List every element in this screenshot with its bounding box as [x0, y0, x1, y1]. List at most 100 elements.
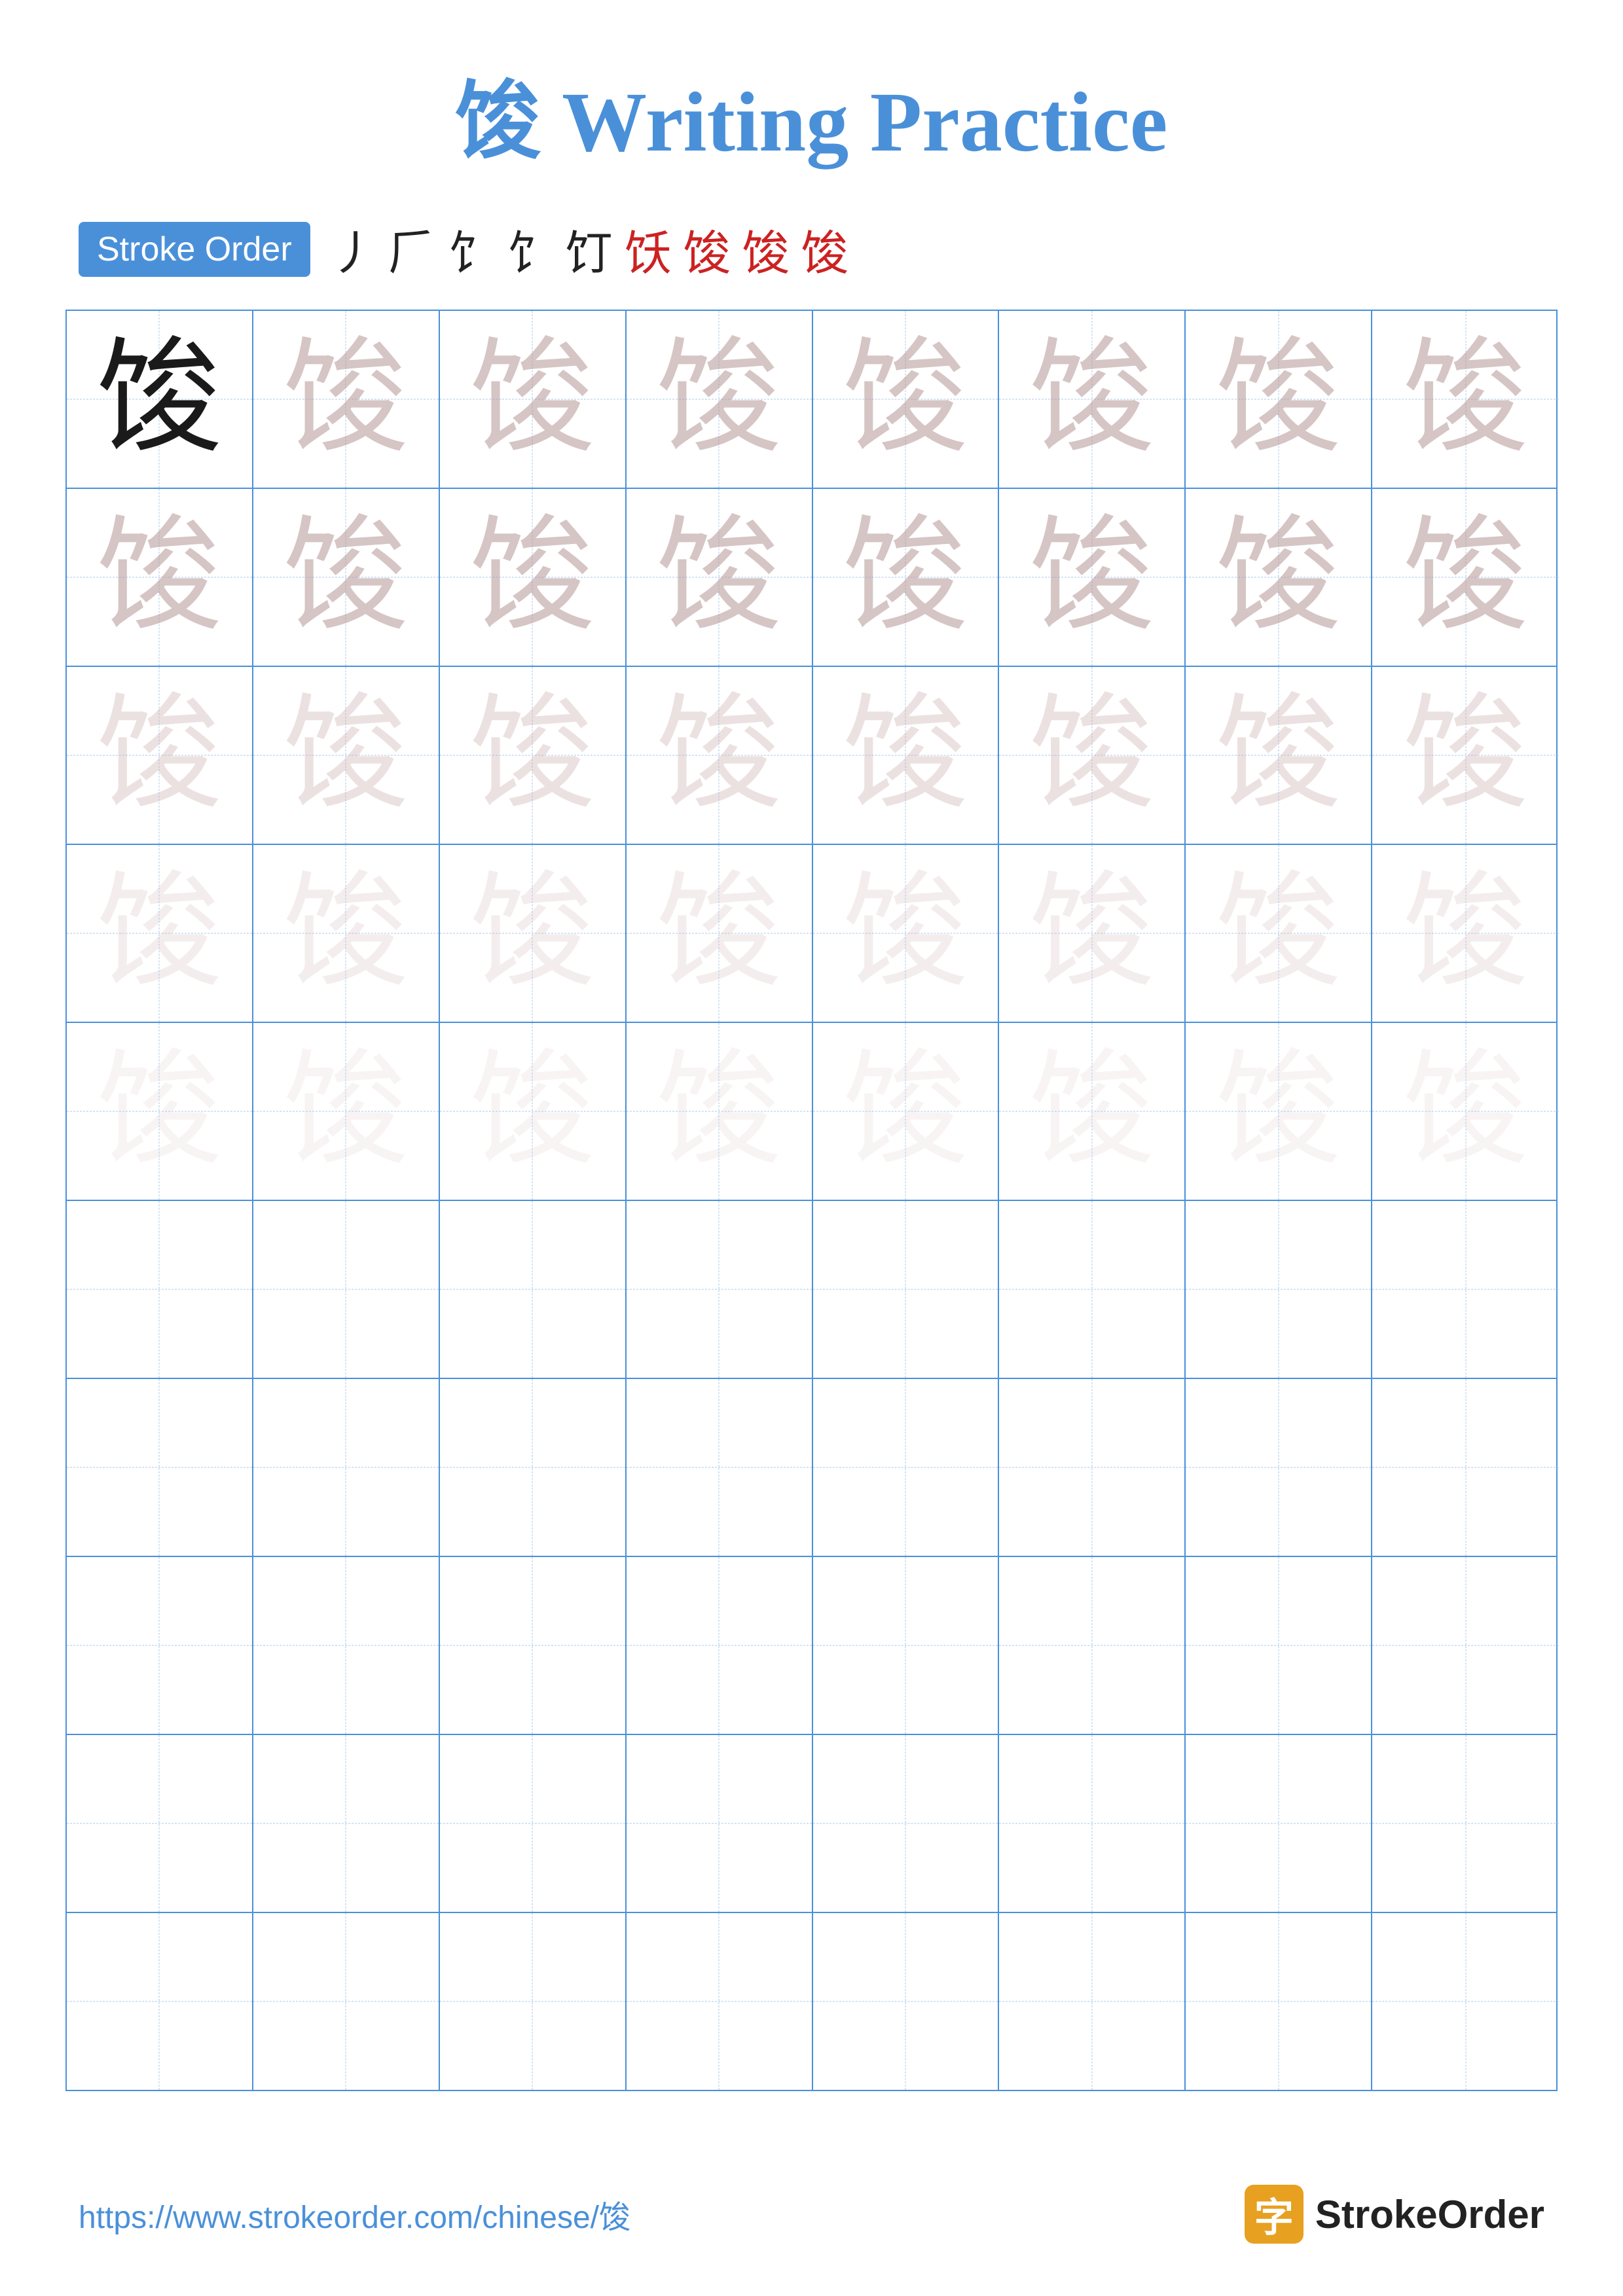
grid-cell-4-8[interactable]: 馂	[1372, 845, 1559, 1022]
grid-cell-7-3[interactable]	[440, 1379, 627, 1556]
stroke-6: 饫	[625, 215, 672, 283]
grid-cell-4-2[interactable]: 馂	[253, 845, 440, 1022]
grid-cell-1-6[interactable]: 馂	[999, 311, 1186, 488]
grid-cell-1-4[interactable]: 馂	[627, 311, 813, 488]
writing-grid: 馂 馂 馂 馂 馂 馂 馂 馂 馂 馂 馂 馂 馂 馂 馂 馂 馂 馂 馂 馂 …	[65, 310, 1558, 2091]
grid-cell-1-3[interactable]: 馂	[440, 311, 627, 488]
grid-row-6	[67, 1201, 1556, 1379]
grid-cell-8-1[interactable]	[67, 1557, 253, 1734]
grid-row-3: 馂 馂 馂 馂 馂 馂 馂 馂	[67, 667, 1556, 845]
grid-cell-9-5[interactable]	[813, 1735, 1000, 1912]
grid-cell-4-3[interactable]: 馂	[440, 845, 627, 1022]
grid-cell-7-6[interactable]	[999, 1379, 1186, 1556]
brand-name: StrokeOrder	[1315, 2192, 1544, 2237]
grid-cell-8-4[interactable]	[627, 1557, 813, 1734]
grid-cell-5-3[interactable]: 馂	[440, 1023, 627, 1200]
grid-cell-8-7[interactable]	[1186, 1557, 1372, 1734]
grid-cell-3-8[interactable]: 馂	[1372, 667, 1559, 844]
grid-row-5: 馂 馂 馂 馂 馂 馂 馂 馂	[67, 1023, 1556, 1201]
footer: https://www.strokeorder.com/chinese/馂 字 …	[0, 2185, 1623, 2244]
grid-cell-9-7[interactable]	[1186, 1735, 1372, 1912]
grid-cell-10-4[interactable]	[627, 1913, 813, 2090]
grid-cell-4-7[interactable]: 馂	[1186, 845, 1372, 1022]
grid-cell-1-7[interactable]: 馂	[1186, 311, 1372, 488]
grid-cell-8-2[interactable]	[253, 1557, 440, 1734]
grid-cell-3-1[interactable]: 馂	[67, 667, 253, 844]
grid-cell-3-2[interactable]: 馂	[253, 667, 440, 844]
grid-cell-10-7[interactable]	[1186, 1913, 1372, 2090]
grid-cell-6-1[interactable]	[67, 1201, 253, 1378]
grid-cell-9-2[interactable]	[253, 1735, 440, 1912]
grid-cell-1-5[interactable]: 馂	[813, 311, 1000, 488]
grid-cell-8-3[interactable]	[440, 1557, 627, 1734]
grid-cell-3-6[interactable]: 馂	[999, 667, 1186, 844]
grid-cell-4-6[interactable]: 馂	[999, 845, 1186, 1022]
grid-cell-6-8[interactable]	[1372, 1201, 1559, 1378]
grid-cell-2-6[interactable]: 馂	[999, 489, 1186, 666]
grid-cell-2-8[interactable]: 馂	[1372, 489, 1559, 666]
grid-cell-4-5[interactable]: 馂	[813, 845, 1000, 1022]
grid-cell-6-3[interactable]	[440, 1201, 627, 1378]
grid-cell-5-8[interactable]: 馂	[1372, 1023, 1559, 1200]
grid-cell-10-3[interactable]	[440, 1913, 627, 2090]
grid-cell-3-3[interactable]: 馂	[440, 667, 627, 844]
brand-icon: 字	[1245, 2185, 1304, 2244]
grid-cell-6-2[interactable]	[253, 1201, 440, 1378]
grid-row-2: 馂 馂 馂 馂 馂 馂 馂 馂	[67, 489, 1556, 667]
grid-cell-7-2[interactable]	[253, 1379, 440, 1556]
grid-cell-7-4[interactable]	[627, 1379, 813, 1556]
stroke-9: 馂	[801, 215, 848, 283]
grid-row-7	[67, 1379, 1556, 1557]
grid-cell-1-2[interactable]: 馂	[253, 311, 440, 488]
grid-cell-2-4[interactable]: 馂	[627, 489, 813, 666]
grid-cell-4-4[interactable]: 馂	[627, 845, 813, 1022]
grid-cell-2-3[interactable]: 馂	[440, 489, 627, 666]
grid-cell-2-7[interactable]: 馂	[1186, 489, 1372, 666]
grid-cell-7-8[interactable]	[1372, 1379, 1559, 1556]
grid-cell-10-2[interactable]	[253, 1913, 440, 2090]
grid-cell-3-4[interactable]: 馂	[627, 667, 813, 844]
grid-cell-5-5[interactable]: 馂	[813, 1023, 1000, 1200]
stroke-sequence: 丿 𠂆 饣 饣 饤 饫 馂 馂 馂	[330, 215, 848, 283]
grid-cell-10-6[interactable]	[999, 1913, 1186, 2090]
grid-cell-5-7[interactable]: 馂	[1186, 1023, 1372, 1200]
grid-cell-6-5[interactable]	[813, 1201, 1000, 1378]
grid-cell-2-2[interactable]: 馂	[253, 489, 440, 666]
grid-row-9	[67, 1735, 1556, 1913]
grid-cell-5-1[interactable]: 馂	[67, 1023, 253, 1200]
grid-cell-8-8[interactable]	[1372, 1557, 1559, 1734]
grid-cell-3-7[interactable]: 馂	[1186, 667, 1372, 844]
grid-row-1: 馂 馂 馂 馂 馂 馂 馂 馂	[67, 311, 1556, 489]
grid-cell-10-8[interactable]	[1372, 1913, 1559, 2090]
grid-cell-5-6[interactable]: 馂	[999, 1023, 1186, 1200]
grid-cell-10-5[interactable]	[813, 1913, 1000, 2090]
grid-cell-7-1[interactable]	[67, 1379, 253, 1556]
grid-cell-9-3[interactable]	[440, 1735, 627, 1912]
grid-cell-6-7[interactable]	[1186, 1201, 1372, 1378]
grid-cell-7-5[interactable]	[813, 1379, 1000, 1556]
grid-cell-7-7[interactable]	[1186, 1379, 1372, 1556]
grid-cell-9-8[interactable]	[1372, 1735, 1559, 1912]
title-char: 馂	[456, 75, 541, 170]
grid-cell-10-1[interactable]	[67, 1913, 253, 2090]
grid-cell-1-8[interactable]: 馂	[1372, 311, 1559, 488]
grid-cell-3-5[interactable]: 馂	[813, 667, 1000, 844]
stroke-3: 饣	[448, 215, 495, 283]
grid-cell-9-6[interactable]	[999, 1735, 1186, 1912]
grid-cell-2-5[interactable]: 馂	[813, 489, 1000, 666]
grid-cell-6-6[interactable]	[999, 1201, 1186, 1378]
grid-cell-8-5[interactable]	[813, 1557, 1000, 1734]
footer-url: https://www.strokeorder.com/chinese/馂	[79, 2191, 630, 2237]
grid-cell-4-1[interactable]: 馂	[67, 845, 253, 1022]
grid-cell-5-2[interactable]: 馂	[253, 1023, 440, 1200]
grid-cell-8-6[interactable]	[999, 1557, 1186, 1734]
grid-cell-2-1[interactable]: 馂	[67, 489, 253, 666]
stroke-1: 丿	[330, 215, 377, 283]
grid-cell-1-1[interactable]: 馂	[67, 311, 253, 488]
grid-cell-6-4[interactable]	[627, 1201, 813, 1378]
stroke-order-badge: Stroke Order	[79, 222, 310, 277]
footer-brand: 字 StrokeOrder	[1245, 2185, 1544, 2244]
grid-cell-9-1[interactable]	[67, 1735, 253, 1912]
grid-cell-9-4[interactable]	[627, 1735, 813, 1912]
grid-cell-5-4[interactable]: 馂	[627, 1023, 813, 1200]
